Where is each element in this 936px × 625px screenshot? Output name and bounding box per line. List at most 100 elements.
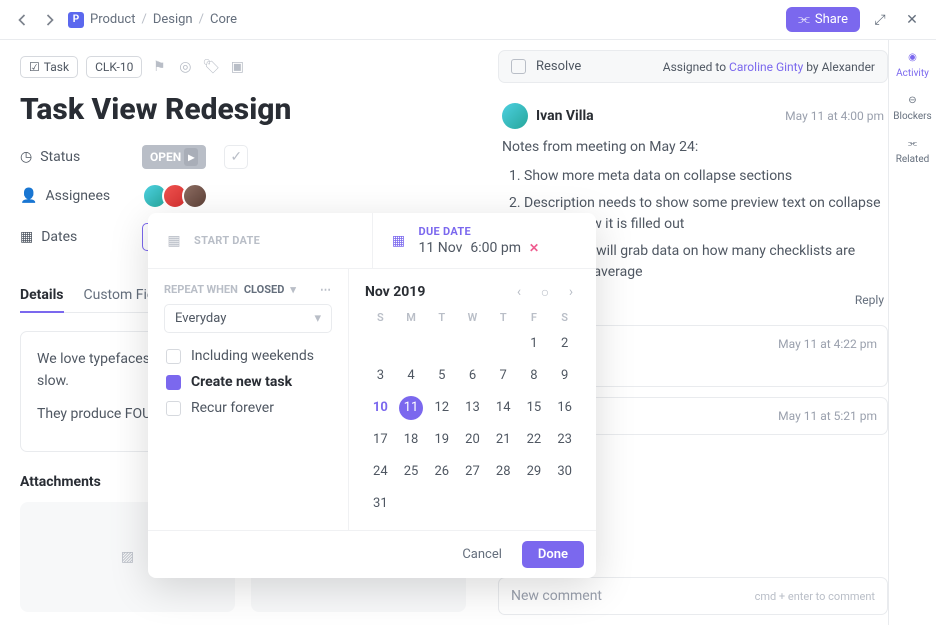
rail-blockers[interactable]: ⊖Blockers <box>893 91 931 122</box>
comment-time: May 11 at 4:00 pm <box>785 109 884 123</box>
calendar-day[interactable]: 6 <box>457 364 488 388</box>
option-create-new[interactable]: Create new task <box>164 369 332 395</box>
breadcrumb-item[interactable]: Design <box>153 12 193 27</box>
chevron-down-icon: ▾ <box>314 311 321 326</box>
flag-icon[interactable]: ⚑ <box>150 58 168 76</box>
list-item: Show more meta data on collapse sections <box>524 166 884 187</box>
calendar-icon: ▦ <box>389 231 409 251</box>
calendar-day[interactable]: 1 <box>519 332 550 356</box>
calendar-day[interactable]: 2 <box>549 332 580 356</box>
due-date-section[interactable]: ▦ DUE DATE 11 Nov6:00 pm✕ <box>372 213 597 268</box>
collapse-icon[interactable]: ⤢ <box>868 8 892 32</box>
comment-time: May 11 at 5:21 pm <box>778 409 877 423</box>
calendar-day[interactable]: 27 <box>457 460 488 484</box>
avatar[interactable] <box>502 103 528 129</box>
calendar-day[interactable]: 11 <box>399 396 423 420</box>
today-icon[interactable]: ○ <box>536 283 554 301</box>
calendar-day[interactable]: 26 <box>426 460 457 484</box>
calendar-day[interactable] <box>426 332 457 356</box>
task-type-chip[interactable]: ☑ Task <box>20 56 78 78</box>
cancel-button[interactable]: Cancel <box>448 541 516 568</box>
next-month-icon[interactable]: › <box>562 283 580 301</box>
assignee-link[interactable]: Caroline Ginty <box>729 60 803 74</box>
calendar-day[interactable]: 7 <box>488 364 519 388</box>
calendar-day[interactable] <box>457 332 488 356</box>
start-date-section[interactable]: ▦ START DATE <box>148 213 372 268</box>
calendar-day[interactable]: 21 <box>488 428 519 452</box>
resolve-label: Resolve <box>536 59 581 74</box>
new-comment-input[interactable]: New comment cmd + enter to comment <box>498 577 888 615</box>
calendar-day[interactable]: 4 <box>396 364 427 388</box>
date-picker-popover: ▦ START DATE ▦ DUE DATE 11 Nov6:00 pm✕ R… <box>148 213 596 578</box>
shortcut-hint: cmd + enter to comment <box>755 590 875 603</box>
calendar-day[interactable]: 13 <box>457 396 488 420</box>
share-icon: ⫘ <box>798 12 810 27</box>
done-button[interactable]: Done <box>522 541 584 568</box>
comment-time: May 11 at 4:22 pm <box>778 337 877 351</box>
breadcrumb-item[interactable]: Product <box>90 12 135 27</box>
complete-checkbox[interactable]: ✓ <box>224 145 248 169</box>
close-icon[interactable]: ✕ <box>900 8 924 32</box>
calendar-day[interactable]: 19 <box>426 428 457 452</box>
prev-month-icon[interactable]: ‹ <box>510 283 528 301</box>
frequency-select[interactable]: Everyday▾ <box>164 304 332 333</box>
related-icon: ⫘ <box>904 134 922 152</box>
avatar[interactable] <box>182 183 208 209</box>
calendar-day[interactable]: 18 <box>396 428 427 452</box>
chevron-down-icon: ▾ <box>290 283 296 296</box>
more-icon[interactable]: ⋯ <box>320 283 332 296</box>
option-recur-forever[interactable]: Recur forever <box>164 395 332 421</box>
blockers-icon: ⊖ <box>904 91 922 109</box>
status-badge[interactable]: OPEN▸ <box>142 145 206 169</box>
calendar-month: Nov 2019 <box>365 284 502 300</box>
breadcrumb: P Product/ Design/ Core <box>68 12 237 28</box>
calendar-day[interactable]: 31 <box>365 492 396 516</box>
calendar-day[interactable]: 17 <box>365 428 396 452</box>
rail-related[interactable]: ⫘Related <box>896 134 930 165</box>
calendar-day[interactable]: 14 <box>488 396 519 420</box>
image-icon[interactable]: ▣ <box>228 58 246 76</box>
task-id-chip[interactable]: CLK-10 <box>86 56 142 78</box>
space-icon: P <box>68 12 84 28</box>
clear-due-icon[interactable]: ✕ <box>529 241 539 255</box>
calendar-day[interactable]: 3 <box>365 364 396 388</box>
status-label: ◷Status <box>20 149 130 165</box>
priority-icon[interactable]: ◎ <box>176 58 194 76</box>
calendar-day[interactable]: 23 <box>549 428 580 452</box>
calendar-day[interactable] <box>488 332 519 356</box>
option-weekends[interactable]: Including weekends <box>164 343 332 369</box>
tab-details[interactable]: Details <box>20 279 64 313</box>
calendar-day[interactable]: 12 <box>426 396 457 420</box>
calendar-day[interactable]: 24 <box>365 460 396 484</box>
calendar-day[interactable]: 9 <box>549 364 580 388</box>
rail-activity[interactable]: ◉Activity <box>896 48 929 79</box>
calendar-icon: ▦ <box>20 229 33 245</box>
calendar-day[interactable]: 30 <box>549 460 580 484</box>
status-icon: ◷ <box>20 149 32 165</box>
resolve-bar: Resolve Assigned to Caroline Ginty by Al… <box>498 50 888 83</box>
calendar-day[interactable]: 16 <box>549 396 580 420</box>
calendar-day[interactable]: 8 <box>519 364 550 388</box>
reply-link[interactable]: Reply <box>855 293 884 307</box>
calendar-day[interactable]: 15 <box>519 396 550 420</box>
status-next-icon[interactable]: ▸ <box>184 148 198 166</box>
calendar-day[interactable]: 20 <box>457 428 488 452</box>
calendar-day[interactable]: 5 <box>426 364 457 388</box>
nav-back[interactable] <box>12 10 32 30</box>
calendar-day[interactable]: 25 <box>396 460 427 484</box>
nav-forward[interactable] <box>40 10 60 30</box>
calendar-day[interactable]: 10 <box>365 396 396 420</box>
breadcrumb-item[interactable]: Core <box>210 12 237 27</box>
calendar-day[interactable]: 29 <box>519 460 550 484</box>
calendar-day[interactable] <box>365 332 396 356</box>
resolve-checkbox[interactable] <box>511 59 526 74</box>
tag-icon[interactable]: 🏷 <box>202 58 220 76</box>
task-title[interactable]: Task View Redesign <box>20 92 470 127</box>
calendar-day[interactable]: 28 <box>488 460 519 484</box>
calendar-day[interactable]: 22 <box>519 428 550 452</box>
calendar-day[interactable] <box>396 332 427 356</box>
share-button[interactable]: ⫘Share <box>786 7 860 32</box>
tab-custom-fields[interactable]: Custom Fie <box>84 279 155 312</box>
assignee-avatars[interactable] <box>142 183 202 209</box>
repeat-label[interactable]: REPEAT WHEN CLOSED▾⋯ <box>164 283 332 296</box>
